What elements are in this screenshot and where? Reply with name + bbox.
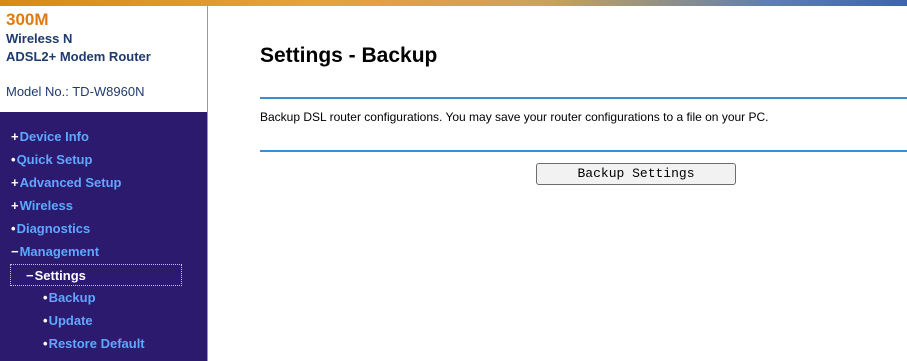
brand-line-2: ADSL2+ Modem Router — [6, 49, 151, 64]
sidebar-item-diagnostics[interactable]: •Diagnostics — [11, 218, 90, 240]
sidebar-item-label: Backup — [48, 290, 96, 305]
sidebar-item-settings[interactable]: −Settings — [10, 264, 182, 286]
sidebar-item-advanced-setup[interactable]: +Advanced Setup — [11, 172, 121, 194]
sidebar-item-label: Settings — [34, 268, 86, 283]
sidebar-item-quick-setup[interactable]: •Quick Setup — [11, 149, 92, 171]
sidebar-item-wireless[interactable]: +Wireless — [11, 195, 73, 217]
brand-line-1: Wireless N — [6, 31, 73, 46]
expand-icon: + — [11, 198, 19, 213]
sidebar-item-label: Update — [48, 313, 93, 328]
backup-settings-button[interactable]: Backup Settings — [536, 163, 736, 185]
brand-model-number: Model No.: TD-W8960N — [6, 84, 145, 99]
sidebar-item-device-info[interactable]: +Device Info — [11, 126, 89, 148]
brand-block: 300M Wireless N ADSL2+ Modem Router Mode… — [0, 6, 207, 112]
brand-model-size: 300M — [6, 10, 49, 29]
sidebar-item-backup[interactable]: •Backup — [43, 287, 96, 309]
bullet-icon: • — [43, 290, 48, 305]
sidebar-item-label: Advanced Setup — [19, 175, 122, 190]
collapse-icon: − — [11, 244, 19, 259]
expand-icon: + — [11, 175, 19, 190]
sidebar-item-label: Wireless — [19, 198, 73, 213]
page-description: Backup DSL router configurations. You ma… — [260, 110, 769, 124]
sidebar-divider — [207, 6, 208, 361]
sidebar: 300M Wireless N ADSL2+ Modem Router Mode… — [0, 6, 207, 361]
sidebar-item-label: Management — [19, 244, 100, 259]
sidebar-item-label: Diagnostics — [16, 221, 91, 236]
bullet-icon: • — [43, 336, 48, 351]
sidebar-item-management[interactable]: −Management — [11, 241, 99, 263]
sidebar-item-update[interactable]: •Update — [43, 310, 93, 332]
bullet-icon: • — [11, 152, 16, 167]
title-divider — [260, 97, 907, 99]
sidebar-item-label: Device Info — [19, 129, 89, 144]
sidebar-item-label: Quick Setup — [16, 152, 93, 167]
collapse-icon: − — [26, 268, 34, 283]
expand-icon: + — [11, 129, 19, 144]
page-title: Settings - Backup — [260, 44, 438, 67]
bullet-icon: • — [43, 313, 48, 328]
content-divider — [260, 150, 907, 152]
sidebar-item-label: Restore Default — [48, 336, 145, 351]
bullet-icon: • — [11, 221, 16, 236]
sidebar-item-restore-default[interactable]: •Restore Default — [43, 333, 145, 355]
